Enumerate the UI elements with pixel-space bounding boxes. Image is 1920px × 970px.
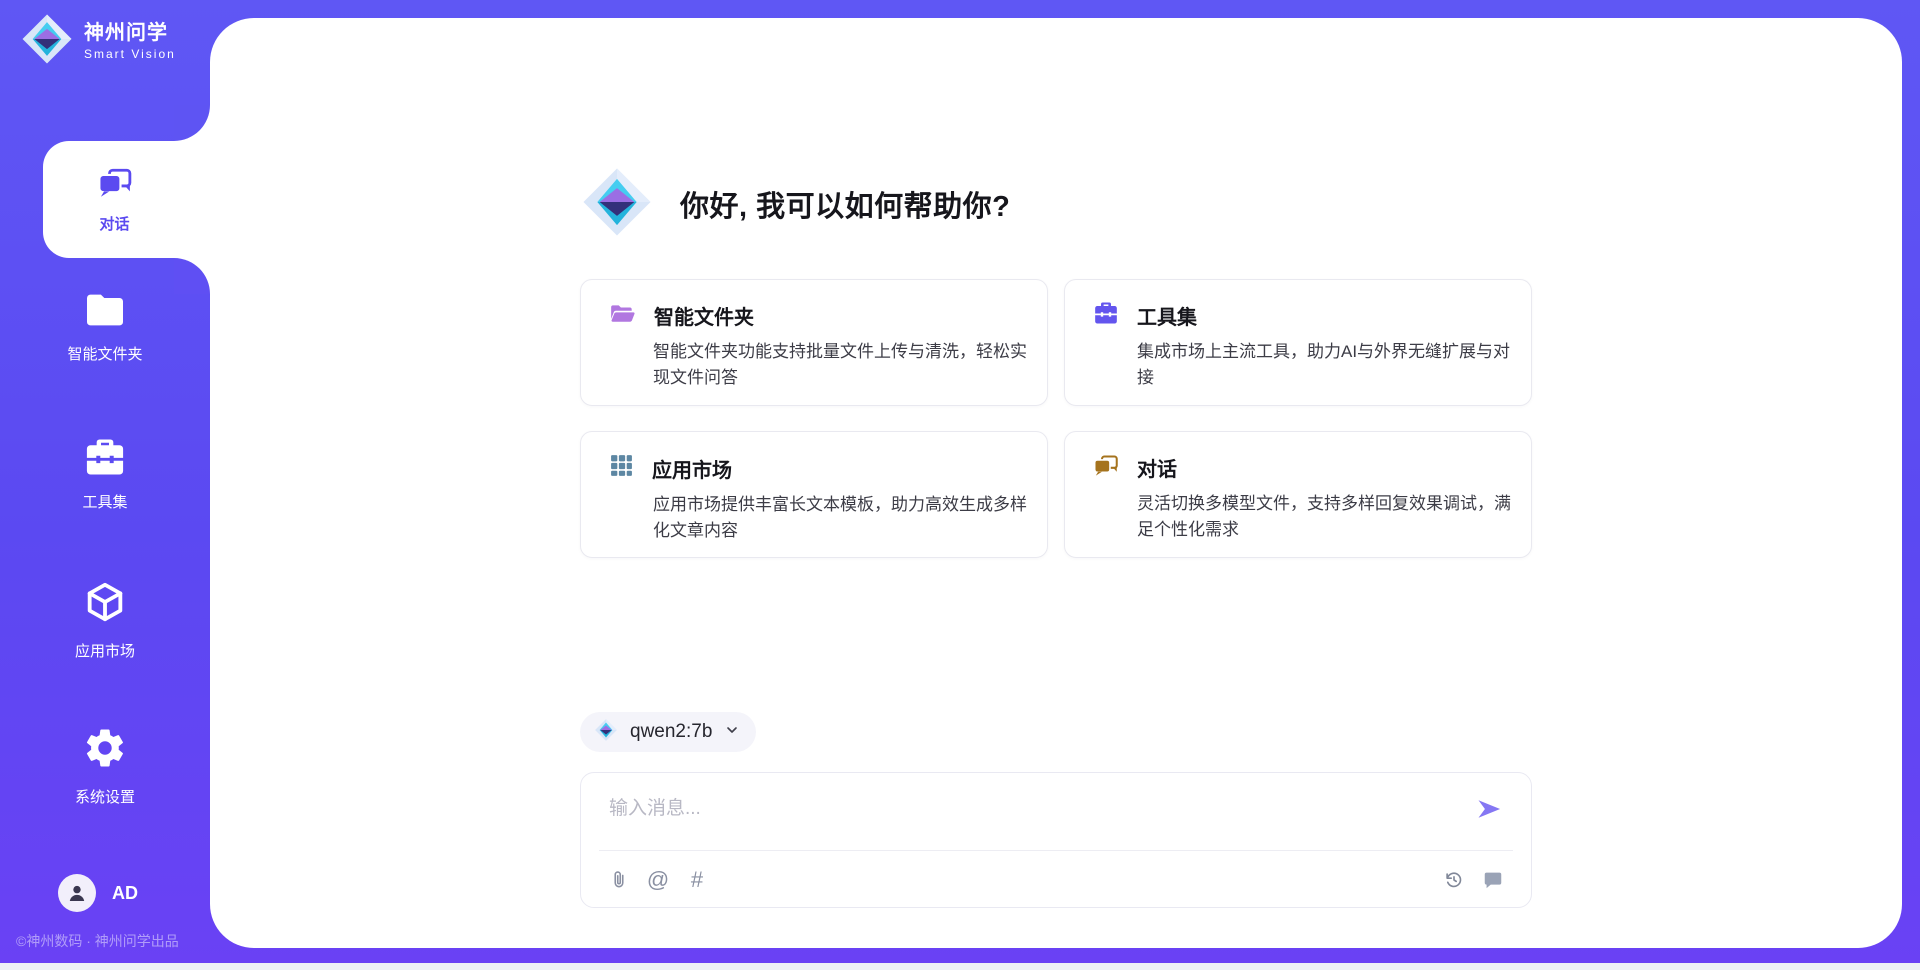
folder-open-icon: [609, 302, 636, 330]
gear-icon: [82, 725, 128, 776]
tab-connector-top: [174, 105, 210, 141]
card-title: 智能文件夹: [654, 301, 754, 330]
grid-icon: [609, 453, 634, 483]
person-icon: [65, 881, 89, 905]
message-input[interactable]: [607, 791, 1451, 851]
diamond-logo-icon: [20, 12, 74, 71]
composer-divider: [599, 850, 1513, 851]
message-composer: @ #: [580, 772, 1532, 908]
user-initials: AD: [112, 883, 138, 904]
sidebar-item-label: 应用市场: [75, 640, 135, 661]
diamond-logo-icon: [594, 718, 618, 747]
copyright-text: ©神州数码 · 神州问学出品: [16, 931, 179, 951]
card-chat[interactable]: 对话 灵活切换多模型文件，支持多样回复效果调试，满足个性化需求: [1064, 431, 1532, 558]
user-account[interactable]: AD: [58, 874, 138, 912]
history-button[interactable]: [1442, 868, 1466, 892]
horizontal-scrollbar[interactable]: [0, 963, 1920, 970]
chevron-down-icon: [724, 722, 740, 743]
chat-icon: [1093, 453, 1119, 482]
main-panel: 你好, 我可以如何帮助你? 智能文件夹: [210, 18, 1902, 948]
sidebar-item-chat[interactable]: 对话: [43, 141, 210, 258]
new-chat-button[interactable]: [1481, 868, 1505, 892]
mention-button[interactable]: @: [646, 868, 670, 892]
sidebar-item-settings[interactable]: 系统设置: [0, 725, 210, 807]
sidebar: 神州问学 Smart Vision 对话 智能文件夹: [0, 0, 210, 963]
at-icon: @: [647, 869, 669, 891]
card-title: 工具集: [1137, 301, 1197, 330]
brand: 神州问学 Smart Vision: [20, 12, 176, 71]
sidebar-item-label: 系统设置: [75, 786, 135, 807]
toolbox-icon: [83, 438, 127, 481]
send-button[interactable]: [1475, 795, 1503, 823]
message-icon: [1482, 869, 1504, 891]
card-description: 集成市场上主流工具，助力AI与外界无缝扩展与对接: [1137, 339, 1513, 390]
topic-button[interactable]: #: [685, 868, 709, 892]
sidebar-item-label: 对话: [99, 213, 129, 234]
brand-name: 神州问学: [84, 22, 176, 45]
card-title: 对话: [1137, 453, 1177, 482]
card-title: 应用市场: [652, 454, 732, 483]
sidebar-item-label: 工具集: [82, 491, 127, 512]
sidebar-item-app-market[interactable]: 应用市场: [0, 579, 210, 661]
model-selector[interactable]: qwen2:7b: [580, 712, 756, 752]
avatar: [58, 874, 96, 912]
greeting: 你好, 我可以如何帮助你?: [580, 18, 1532, 243]
card-description: 应用市场提供丰富长文本模板，助力高效生成多样化文章内容: [653, 492, 1029, 543]
sidebar-item-smart-folder[interactable]: 智能文件夹: [0, 292, 210, 364]
greeting-title: 你好, 我可以如何帮助你?: [680, 183, 1010, 225]
paperclip-icon: [609, 869, 629, 891]
history-icon: [1443, 869, 1465, 891]
card-description: 灵活切换多模型文件，支持多样回复效果调试，满足个性化需求: [1137, 491, 1513, 542]
toolbox-icon: [1093, 301, 1119, 330]
chat-icon: [97, 165, 133, 204]
card-app-market[interactable]: 应用市场 应用市场提供丰富长文本模板，助力高效生成多样化文章内容: [580, 431, 1048, 558]
app-window: 神州问学 Smart Vision 对话 智能文件夹: [0, 0, 1920, 970]
folder-icon: [84, 292, 126, 333]
hash-icon: #: [691, 869, 703, 891]
send-icon: [1475, 795, 1503, 823]
sidebar-item-toolset[interactable]: 工具集: [0, 438, 210, 512]
feature-cards: 智能文件夹 智能文件夹功能支持批量文件上传与清洗，轻松实现文件问答: [580, 279, 1532, 558]
brand-subtitle: Smart Vision: [84, 47, 176, 61]
model-name: qwen2:7b: [630, 721, 712, 743]
card-smart-folder[interactable]: 智能文件夹 智能文件夹功能支持批量文件上传与清洗，轻松实现文件问答: [580, 279, 1048, 406]
diamond-logo-icon: [580, 165, 654, 244]
tab-connector-bottom: [174, 258, 210, 294]
card-description: 智能文件夹功能支持批量文件上传与清洗，轻松实现文件问答: [653, 339, 1029, 390]
sidebar-item-label: 智能文件夹: [67, 343, 142, 364]
attach-file-button[interactable]: [607, 868, 631, 892]
card-toolset[interactable]: 工具集 集成市场上主流工具，助力AI与外界无缝扩展与对接: [1064, 279, 1532, 406]
cube-icon: [82, 579, 128, 630]
